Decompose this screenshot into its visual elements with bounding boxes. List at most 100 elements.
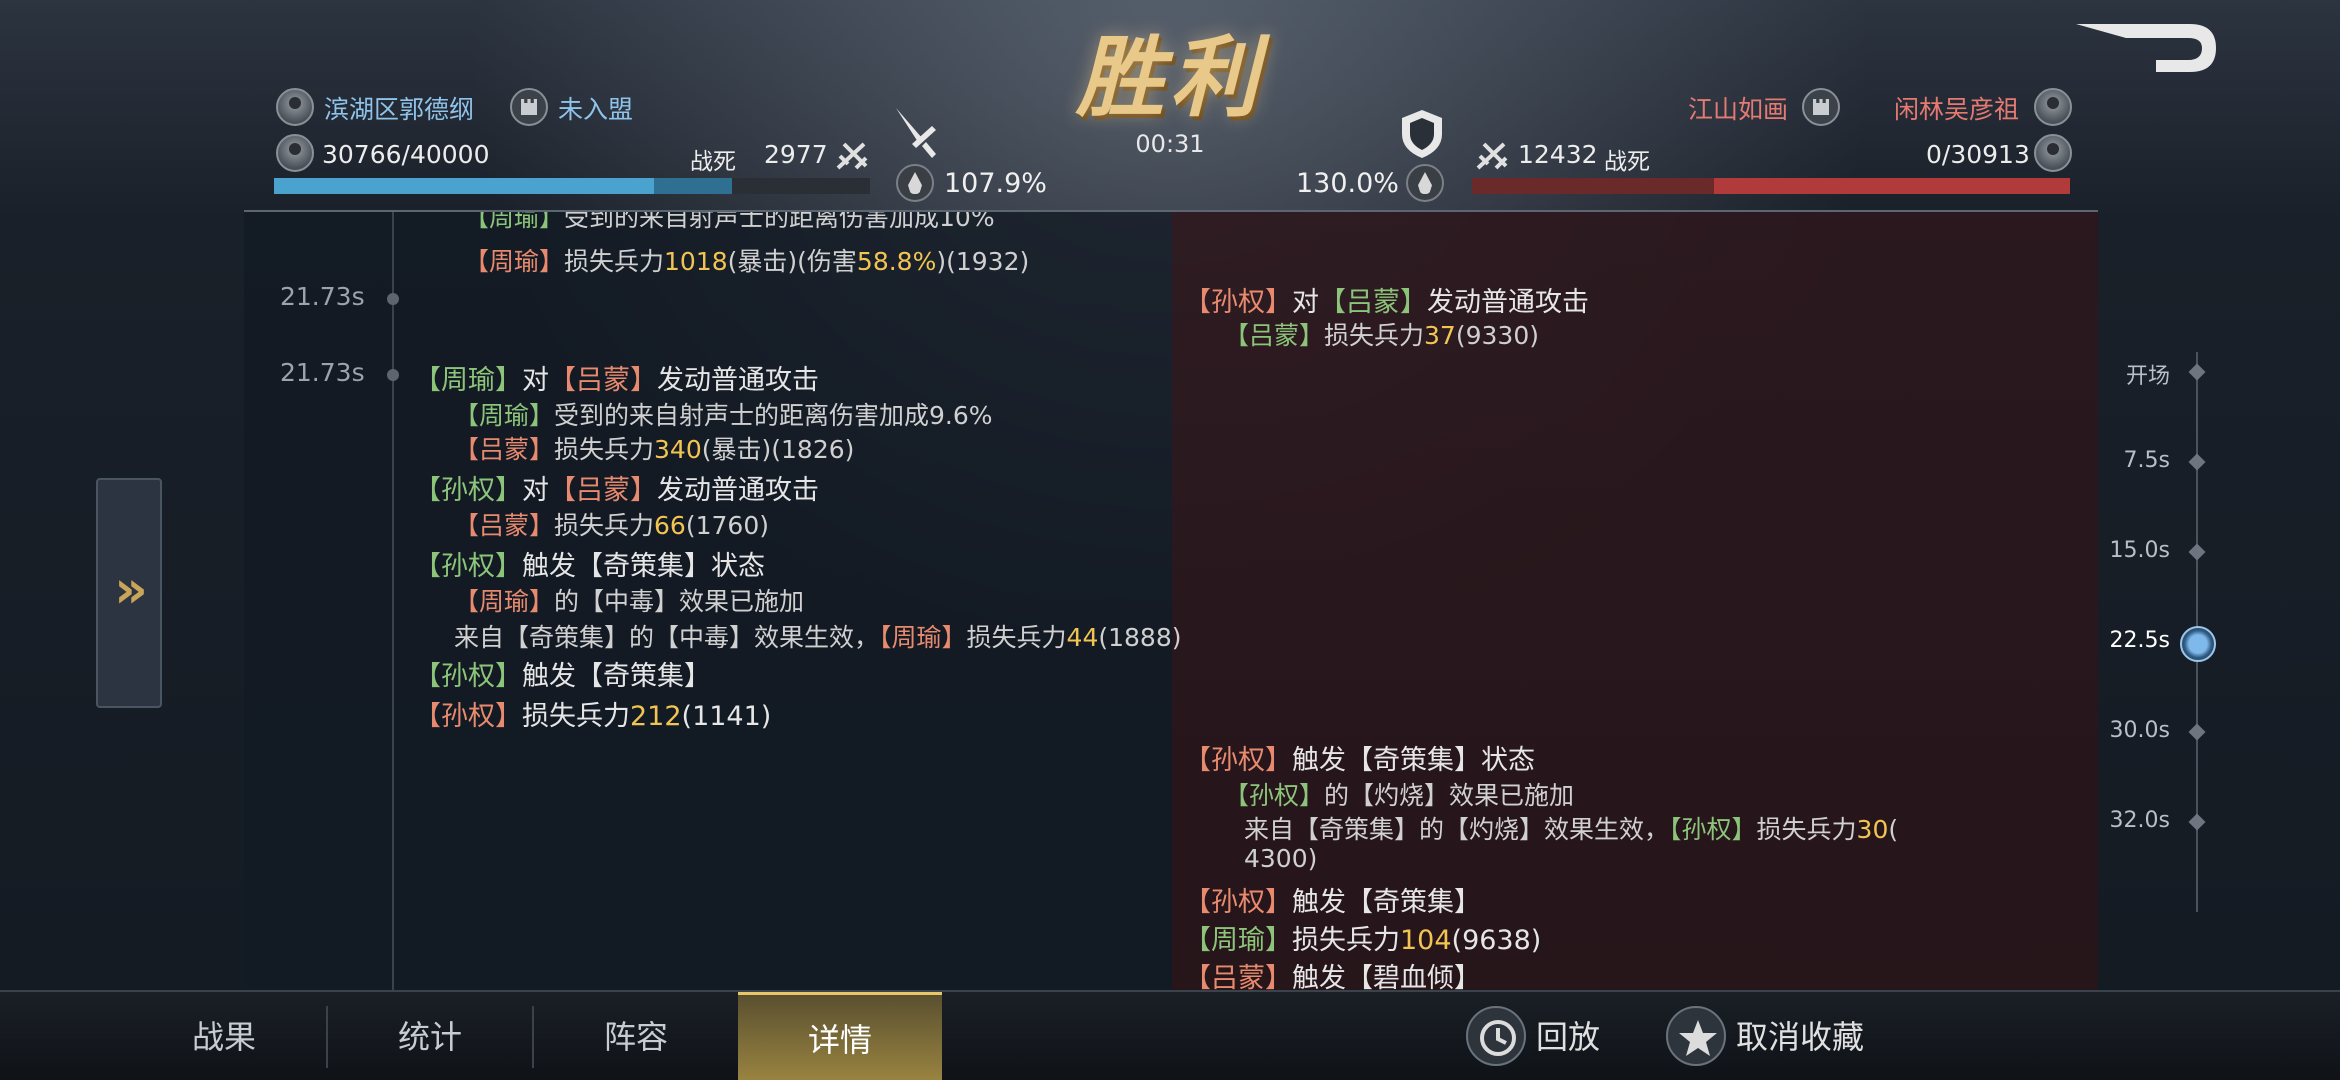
log-text: 【周瑜】: [454, 587, 555, 616]
player-avatar-icon: [2034, 88, 2072, 126]
log-text: 【周瑜】: [1184, 925, 1292, 956]
left-troops: 30766/40000: [322, 140, 490, 169]
log-text: 【周瑜】: [464, 247, 565, 276]
log-entry: 来自【奇策集】的【中毒】效果生效，【周瑜】损失兵力44(1888): [454, 618, 1182, 654]
replay-button[interactable]: 回放: [1536, 992, 1600, 1080]
left-troop-bar-fill: [274, 178, 654, 194]
log-text: 【孙权】: [1184, 287, 1292, 318]
battle-log-panel[interactable]: 【周瑜】受到的来自射声士的距离伤害加成10% 【周瑜】损失兵力1018(暴击)(伤…: [244, 212, 2098, 990]
log-entry: 【孙权】对【吕蒙】发动普通攻击: [1184, 280, 1589, 319]
log-entry: 【周瑜】的【中毒】效果已施加: [454, 582, 804, 618]
log-text: 触发【奇策集】状态: [1292, 745, 1535, 776]
log-text: 【吕蒙】: [549, 475, 657, 506]
log-text: 受到的来自射声士的距离伤害加成9.6%: [554, 401, 993, 430]
alliance-castle-icon: [1802, 88, 1840, 126]
log-text: (9638): [1451, 925, 1542, 956]
unfavorite-button[interactable]: 取消收藏: [1736, 992, 1864, 1080]
log-timestamp: 21.73s: [280, 358, 365, 387]
left-player-name[interactable]: 滨湖区郭德纲: [324, 90, 474, 126]
tab-details[interactable]: 详情: [738, 992, 942, 1080]
right-dead-label: 战死: [1604, 149, 1650, 175]
timeline-scrubber-knob[interactable]: [2180, 626, 2216, 662]
log-text: (9330): [1455, 321, 1539, 350]
log-entry: 【孙权】损失兵力212(1141): [414, 694, 771, 733]
log-text: 损失兵力: [554, 511, 655, 540]
log-text: 【周瑜】: [454, 401, 555, 430]
star-icon[interactable]: [1666, 1006, 1726, 1066]
log-timestamp: 21.73s: [280, 282, 365, 311]
log-text: 【孙权】: [414, 475, 522, 506]
timeline-mark-label[interactable]: 32.0s: [2060, 808, 2170, 833]
log-text: 【孙权】: [414, 701, 522, 732]
log-text: 对: [522, 475, 549, 506]
log-text: 对: [522, 365, 549, 396]
log-text: 【吕蒙】: [454, 511, 555, 540]
log-text: 受到的来自射声士的距离伤害加成10%: [564, 212, 995, 232]
log-entry: 【孙权】触发【奇策集】状态: [1184, 738, 1535, 777]
log-text: (1141): [681, 701, 772, 732]
left-alliance-name[interactable]: 未入盟: [558, 90, 633, 126]
log-text: 104: [1400, 925, 1452, 956]
log-text: 【孙权】: [414, 551, 522, 582]
log-text: 30: [1856, 815, 1889, 844]
tab-statistics[interactable]: 统计: [328, 992, 532, 1080]
battle-timer: 00:31: [1135, 130, 1205, 158]
alliance-castle-icon: [510, 88, 548, 126]
log-entry: 来自【奇策集】的【灼烧】效果生效，【孙权】损失兵力30(: [1244, 810, 1898, 846]
log-text: 37: [1424, 321, 1456, 350]
log-text: 损失兵力: [1324, 321, 1425, 350]
tab-lineup[interactable]: 阵容: [534, 992, 738, 1080]
log-text: (: [1888, 815, 1899, 844]
log-text: 【孙权】: [1224, 781, 1325, 810]
timeline-mark-label[interactable]: 22.5s: [2060, 628, 2170, 653]
player-avatar-icon: [276, 88, 314, 126]
left-dead-label: 战死: [690, 149, 736, 175]
log-text: 触发【奇策集】: [1292, 887, 1481, 918]
log-text: 触发【碧血倾】: [1292, 963, 1481, 990]
right-troop-bar-lost: [1472, 178, 1714, 194]
log-text: 损失兵力: [554, 435, 655, 464]
expand-panel-button[interactable]: »: [96, 478, 162, 708]
shield-icon: [1402, 110, 1442, 158]
log-text: 【吕蒙】: [1319, 287, 1427, 318]
replay-icon[interactable]: [1466, 1006, 1526, 1066]
bottom-bar: 战果 统计 阵容 详情 回放 取消收藏: [0, 990, 2340, 1080]
log-entry: 【孙权】触发【奇策集】状态: [414, 544, 765, 583]
log-text: (暴击)(伤害: [727, 247, 857, 276]
right-dead-value: 12432: [1518, 140, 1598, 169]
attack-buff-icon: [896, 164, 934, 202]
right-alliance-name[interactable]: 江山如画: [1688, 90, 1788, 126]
log-text: 损失兵力: [1292, 925, 1400, 956]
back-arrow-icon[interactable]: [2070, 18, 2220, 78]
timeline-mark-label[interactable]: 15.0s: [2060, 538, 2170, 563]
timeline-mark-label[interactable]: 30.0s: [2060, 718, 2170, 743]
timeline-mark-label[interactable]: 开场: [2060, 358, 2170, 390]
log-text: 触发【奇策集】状态: [522, 551, 765, 582]
log-entry: 【周瑜】受到的来自射声士的距离伤害加成9.6%: [454, 396, 993, 432]
log-entry: 【周瑜】受到的来自射声士的距离伤害加成10%: [464, 212, 995, 234]
log-entry: 【周瑜】对【吕蒙】发动普通攻击: [414, 358, 819, 397]
right-buff-percent: 130.0%: [1296, 168, 1399, 199]
fallen-icon: [1476, 142, 1508, 170]
log-entry: 【孙权】对【吕蒙】发动普通攻击: [414, 468, 819, 507]
log-text: 【周瑜】: [464, 212, 565, 232]
log-text: 损失兵力: [1756, 815, 1857, 844]
log-text: 【吕蒙】: [454, 435, 555, 464]
log-text: 的【灼烧】效果已施加: [1324, 781, 1575, 810]
log-text: 【周瑜】: [879, 623, 967, 652]
log-entry: 【吕蒙】触发【碧血倾】: [1184, 956, 1481, 990]
log-text: 【吕蒙】: [549, 365, 657, 396]
fallen-icon: [836, 142, 868, 170]
log-entry: 【吕蒙】损失兵力66(1760): [454, 506, 769, 542]
sword-icon: [896, 108, 936, 158]
log-text: 44: [1066, 623, 1099, 652]
tab-results[interactable]: 战果: [122, 992, 326, 1080]
right-player-name[interactable]: 闲林吴彦祖: [1894, 90, 2019, 126]
log-timeline: [392, 212, 394, 990]
troops-icon: [2034, 134, 2072, 172]
log-text: 来自【奇策集】的【中毒】效果生效，: [454, 623, 880, 652]
log-text: 发动普通攻击: [657, 475, 819, 506]
log-entry: 【吕蒙】损失兵力340(暴击)(1826): [454, 430, 854, 466]
log-text: 的【中毒】效果已施加: [554, 587, 805, 616]
timeline-mark-label[interactable]: 7.5s: [2060, 448, 2170, 473]
